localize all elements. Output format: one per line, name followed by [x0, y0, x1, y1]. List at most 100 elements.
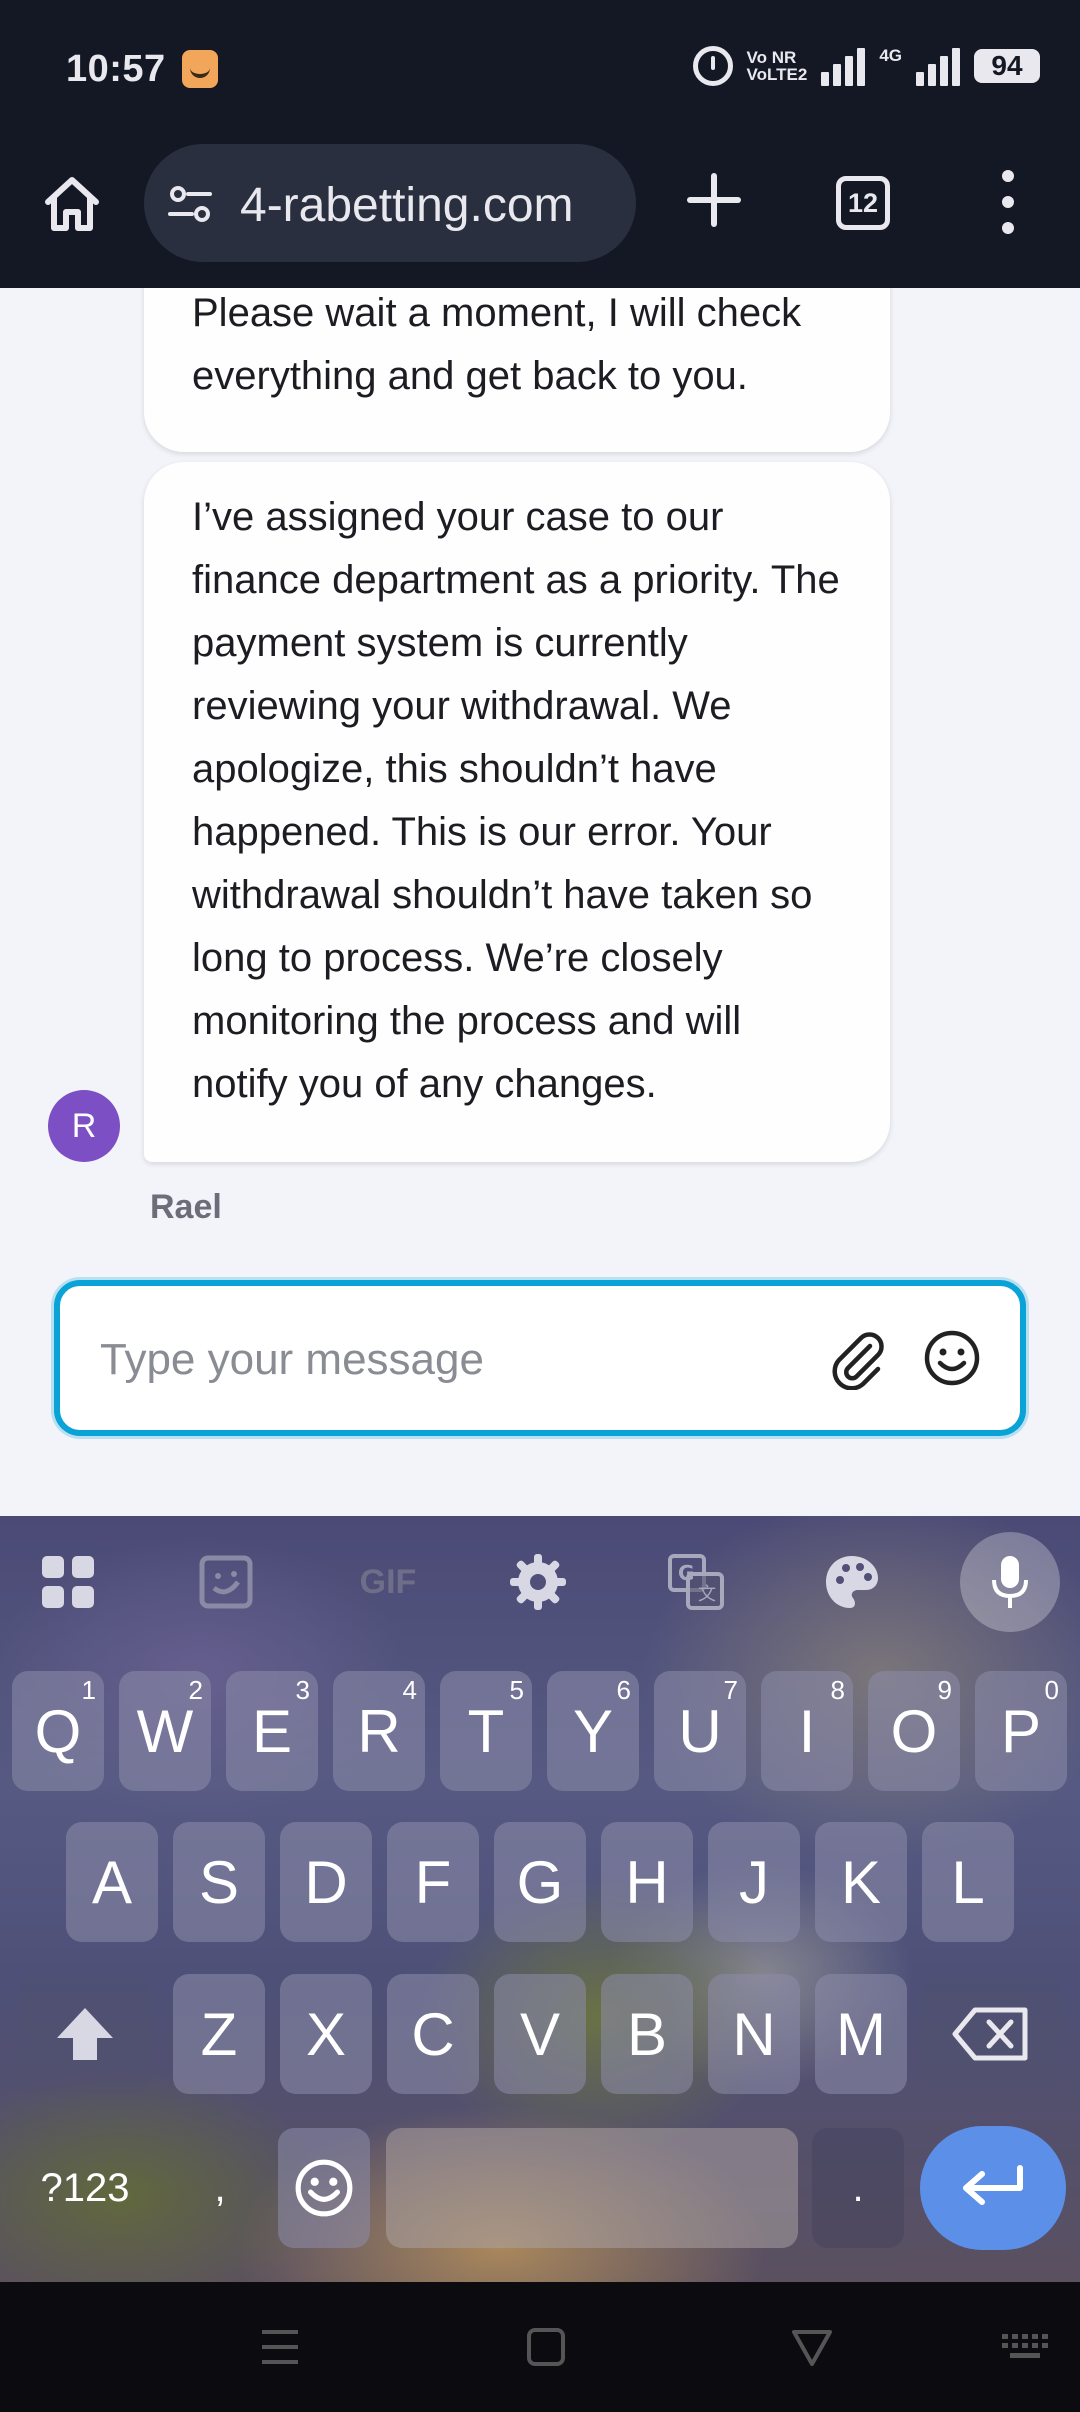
- key-label: R: [357, 1697, 401, 1765]
- home-square-icon[interactable]: [522, 2326, 570, 2368]
- keyboard-toggle-icon[interactable]: [1000, 2326, 1050, 2368]
- emoji-key[interactable]: [278, 2128, 370, 2248]
- plus-icon[interactable]: [686, 172, 742, 228]
- key-label: J: [739, 1848, 769, 1916]
- message-input[interactable]: [100, 1330, 780, 1390]
- sender-name: Rael: [150, 1188, 222, 1226]
- key-p[interactable]: P0: [975, 1671, 1067, 1791]
- overflow-menu-icon[interactable]: [994, 170, 1022, 234]
- key-label: P: [1000, 1697, 1042, 1765]
- key-s[interactable]: S: [173, 1822, 265, 1942]
- key-label: V: [519, 2000, 561, 2068]
- key-n[interactable]: N: [708, 1974, 800, 2094]
- message-bubble: I’ve assigned your case to our finance d…: [144, 462, 890, 1162]
- key-label: K: [840, 1848, 882, 1916]
- symbols-key[interactable]: ?123: [20, 2128, 150, 2248]
- key-m[interactable]: M: [815, 1974, 907, 2094]
- comma-key[interactable]: ,: [180, 2128, 260, 2248]
- key-label: T: [467, 1697, 505, 1765]
- enter-key[interactable]: [920, 2126, 1066, 2250]
- key-e[interactable]: E3: [226, 1671, 318, 1791]
- avatar: R: [48, 1090, 120, 1162]
- key-hint: 7: [723, 1675, 738, 1705]
- key-x[interactable]: X: [280, 1974, 372, 2094]
- shift-icon: [57, 2008, 113, 2060]
- key-hint: 0: [1044, 1675, 1059, 1705]
- key-label: Q: [34, 1697, 82, 1765]
- key-j[interactable]: J: [708, 1822, 800, 1942]
- key-label: B: [626, 2000, 668, 2068]
- home-icon[interactable]: [40, 172, 104, 236]
- attach-icon[interactable]: [826, 1326, 890, 1390]
- signal-icon: [821, 46, 866, 86]
- key-label: I: [798, 1697, 816, 1765]
- palette-icon[interactable]: [822, 1552, 882, 1612]
- key-w[interactable]: W2: [119, 1671, 211, 1791]
- key-g[interactable]: G: [494, 1822, 586, 1942]
- back-icon[interactable]: [788, 2326, 836, 2368]
- tabs-icon[interactable]: 12: [836, 176, 890, 230]
- key-hint: 1: [81, 1675, 96, 1705]
- key-o[interactable]: O9: [868, 1671, 960, 1791]
- translate-icon[interactable]: G 文: [666, 1552, 726, 1612]
- key-hint: 4: [402, 1675, 417, 1705]
- period-key[interactable]: .: [812, 2128, 904, 2248]
- svg-text:G: G: [678, 1561, 694, 1585]
- emoji-icon: [295, 2159, 353, 2217]
- key-hint: 3: [295, 1675, 310, 1705]
- status-time: 10:57: [66, 48, 166, 90]
- signal-4g-icon: [916, 46, 960, 86]
- key-label: M: [836, 2000, 886, 2068]
- apps-grid-icon[interactable]: [38, 1552, 98, 1612]
- key-v[interactable]: V: [494, 1974, 586, 2094]
- key-u[interactable]: U7: [654, 1671, 746, 1791]
- system-nav-bar: [0, 2282, 1080, 2412]
- settings-icon[interactable]: [508, 1552, 568, 1612]
- key-r[interactable]: R4: [333, 1671, 425, 1791]
- key-b[interactable]: B: [601, 1974, 693, 2094]
- key-l[interactable]: L: [922, 1822, 1014, 1942]
- volte-indicator: Vo NR VoLTE2: [747, 49, 808, 83]
- avatar-initial: R: [71, 1106, 97, 1145]
- key-hint: 5: [509, 1675, 524, 1705]
- tab-count: 12: [847, 187, 879, 218]
- key-label: C: [411, 2000, 455, 2068]
- key-y[interactable]: Y6: [547, 1671, 639, 1791]
- key-hint: 2: [188, 1675, 203, 1705]
- address-bar[interactable]: 4-rabetting.com: [144, 144, 636, 262]
- key-label: O: [890, 1697, 938, 1765]
- message-text: I’ve assigned your case to our finance d…: [192, 495, 840, 1106]
- key-label: L: [951, 1848, 985, 1916]
- enter-icon: [963, 2165, 1023, 2205]
- shift-key[interactable]: [20, 1974, 150, 2094]
- sticker-icon[interactable]: [196, 1552, 256, 1612]
- key-label: S: [198, 1848, 240, 1916]
- key-h[interactable]: H: [601, 1822, 693, 1942]
- key-c[interactable]: C: [387, 1974, 479, 2094]
- key-label: G: [516, 1848, 564, 1916]
- status-icons: Vo NR VoLTE2 4G 94: [692, 46, 1040, 86]
- gif-button[interactable]: GIF: [346, 1552, 430, 1612]
- backspace-key[interactable]: [922, 1974, 1060, 2094]
- key-f[interactable]: F: [387, 1822, 479, 1942]
- message-bubble: Please wait a moment, I will check every…: [144, 288, 890, 452]
- url-text[interactable]: 4-rabetting.com: [240, 178, 574, 233]
- amazon-app-icon: [182, 50, 218, 88]
- key-label: A: [91, 1848, 133, 1916]
- key-i[interactable]: I8: [761, 1671, 853, 1791]
- recents-icon[interactable]: [256, 2326, 304, 2368]
- microphone-button[interactable]: [960, 1532, 1060, 1632]
- space-key[interactable]: [386, 2128, 798, 2248]
- browser-toolbar: 4-rabetting.com 12: [0, 140, 1080, 288]
- key-z[interactable]: Z: [173, 1974, 265, 2094]
- key-a[interactable]: A: [66, 1822, 158, 1942]
- status-bar: 10:57 Vo NR VoLTE2 4G 94: [0, 0, 1080, 140]
- key-d[interactable]: D: [280, 1822, 372, 1942]
- emoji-icon[interactable]: [922, 1328, 982, 1388]
- key-t[interactable]: T5: [440, 1671, 532, 1791]
- key-q[interactable]: Q1: [12, 1671, 104, 1791]
- tune-icon[interactable]: [166, 180, 214, 228]
- key-k[interactable]: K: [815, 1822, 907, 1942]
- chat-area: Please wait a moment, I will check every…: [0, 288, 1080, 1516]
- key-hint: 8: [830, 1675, 845, 1705]
